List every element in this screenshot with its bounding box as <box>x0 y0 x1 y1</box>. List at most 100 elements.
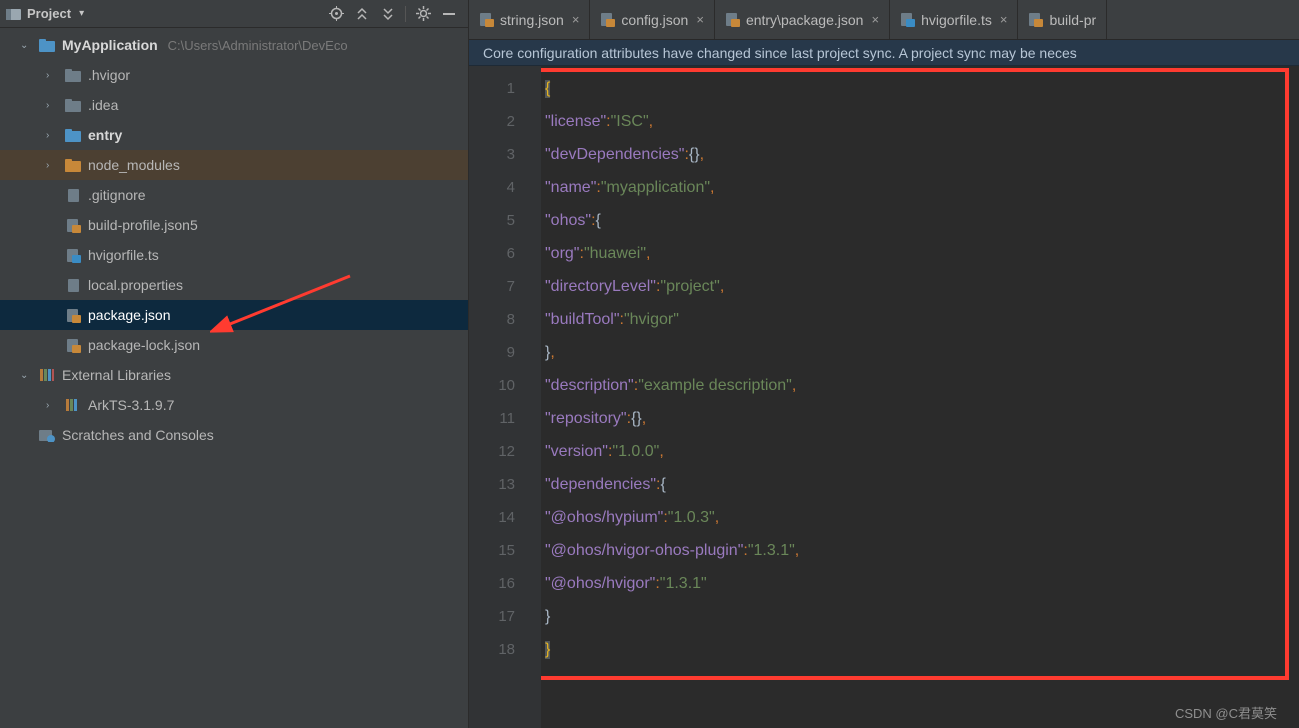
editor-tabs: string.json×config.json×entry\package.js… <box>469 0 1299 40</box>
code-line[interactable]: "repository":{}, <box>545 402 1299 435</box>
sync-banner[interactable]: Core configuration attributes have chang… <box>469 40 1299 66</box>
tree-root[interactable]: ⌄ MyApplication C:\Users\Administrator\D… <box>0 30 468 60</box>
tree-item-label: build-profile.json5 <box>88 217 198 233</box>
line-number: 2 <box>469 105 515 138</box>
json-file-icon <box>725 12 740 27</box>
code-line[interactable]: "ohos":{ <box>545 204 1299 237</box>
tree-item-label: package-lock.json <box>88 337 200 353</box>
line-number: 8 <box>469 303 515 336</box>
line-number: 7 <box>469 270 515 303</box>
tree-item-label: .idea <box>88 97 118 113</box>
chevron-down-icon[interactable]: ⌄ <box>20 370 34 381</box>
tree-item-hvigorfile-ts[interactable]: hvigorfile.ts <box>0 240 468 270</box>
project-tree: ⌄ MyApplication C:\Users\Administrator\D… <box>0 28 468 728</box>
code-line[interactable]: "dependencies":{ <box>545 468 1299 501</box>
scratches-icon <box>38 428 56 442</box>
code-line[interactable]: "license":"ISC", <box>545 105 1299 138</box>
tab-label: hvigorfile.ts <box>921 12 992 28</box>
libraries-icon <box>64 398 82 412</box>
tree-item-label: .hvigor <box>88 67 130 83</box>
code-line[interactable]: "description":"example description", <box>545 369 1299 402</box>
hide-panel-icon[interactable] <box>438 3 460 25</box>
tree-item-package-json[interactable]: package.json <box>0 300 468 330</box>
locate-icon[interactable] <box>325 3 347 25</box>
sync-banner-text: Core configuration attributes have chang… <box>483 45 1077 61</box>
code-line[interactable]: }, <box>545 336 1299 369</box>
tree-item-package-lock-json[interactable]: package-lock.json <box>0 330 468 360</box>
close-tab-icon[interactable]: × <box>871 12 879 27</box>
collapse-all-icon[interactable] <box>377 3 399 25</box>
line-number: 12 <box>469 435 515 468</box>
code-line[interactable]: "buildTool":"hvigor" <box>545 303 1299 336</box>
json-file-icon <box>1028 12 1043 27</box>
tree-item--gitignore[interactable]: .gitignore <box>0 180 468 210</box>
tree-item-arkts[interactable]: › ArkTS-3.1.9.7 <box>0 390 468 420</box>
folder-icon <box>64 99 82 112</box>
tree-item-build-profile-json5[interactable]: build-profile.json5 <box>0 210 468 240</box>
code-line[interactable]: "devDependencies":{}, <box>545 138 1299 171</box>
code-line[interactable]: "name":"myapplication", <box>545 171 1299 204</box>
chevron-right-icon[interactable]: › <box>46 400 60 411</box>
tab-label: string.json <box>500 12 564 28</box>
code-editor[interactable]: 123456789101112131415161718 💡 { "license… <box>469 66 1299 728</box>
code-line[interactable]: { <box>545 72 1299 105</box>
line-number: 11 <box>469 402 515 435</box>
chevron-right-icon[interactable]: › <box>46 100 60 111</box>
expand-all-icon[interactable] <box>351 3 373 25</box>
scratches-label: Scratches and Consoles <box>62 427 214 443</box>
gutter: 123456789101112131415161718 <box>469 66 525 728</box>
tree-item-label: entry <box>88 127 122 143</box>
line-number: 17 <box>469 600 515 633</box>
tree-item--hvigor[interactable]: › .hvigor <box>0 60 468 90</box>
editor-tab-hvigorfile-ts[interactable]: hvigorfile.ts × <box>890 0 1018 39</box>
code-line[interactable]: "@ohos/hypium":"1.0.3", <box>545 501 1299 534</box>
line-number: 14 <box>469 501 515 534</box>
close-tab-icon[interactable]: × <box>1000 12 1008 27</box>
chevron-right-icon[interactable]: › <box>46 70 60 81</box>
tree-item-label: package.json <box>88 307 171 323</box>
line-number: 16 <box>469 567 515 600</box>
chevron-right-icon[interactable]: › <box>46 160 60 171</box>
close-tab-icon[interactable]: × <box>696 12 704 27</box>
code-line[interactable]: "directoryLevel":"project", <box>545 270 1299 303</box>
project-panel: Project ▾ ⌄ MyApplication C:\Users\Admin… <box>0 0 469 728</box>
file-icon <box>64 308 82 323</box>
external-libraries[interactable]: ⌄ External Libraries <box>0 360 468 390</box>
tree-item-node-modules[interactable]: ›node_modules <box>0 150 468 180</box>
watermark: CSDN @C君莫笑 <box>1175 703 1277 722</box>
project-root-path: C:\Users\Administrator\DevEco <box>168 38 348 53</box>
chevron-right-icon[interactable]: › <box>46 130 60 141</box>
tree-item-entry[interactable]: › entry <box>0 120 468 150</box>
file-icon <box>64 218 82 233</box>
line-number: 18 <box>469 633 515 666</box>
fold-strip[interactable] <box>525 66 541 728</box>
code-content[interactable]: 💡 { "license":"ISC", "devDependencies":{… <box>541 66 1299 728</box>
code-line[interactable]: "@ohos/hvigor-ohos-plugin":"1.3.1", <box>545 534 1299 567</box>
json-file-icon <box>600 12 615 27</box>
line-number: 1 <box>469 72 515 105</box>
line-number: 9 <box>469 336 515 369</box>
line-number: 5 <box>469 204 515 237</box>
editor-tab-entry-package-json[interactable]: entry\package.json× <box>715 0 890 39</box>
chevron-down-icon[interactable]: ▾ <box>79 8 84 19</box>
line-number: 4 <box>469 171 515 204</box>
file-icon <box>64 248 82 263</box>
chevron-down-icon[interactable]: ⌄ <box>20 40 34 51</box>
line-number: 13 <box>469 468 515 501</box>
editor-tab-config-json[interactable]: config.json× <box>590 0 715 39</box>
json-file-icon <box>479 12 494 27</box>
tree-item-local-properties[interactable]: local.properties <box>0 270 468 300</box>
code-line[interactable]: "org":"huawei", <box>545 237 1299 270</box>
close-tab-icon[interactable]: × <box>572 12 580 27</box>
project-dropdown[interactable]: Project <box>27 6 71 21</box>
tree-item--idea[interactable]: › .idea <box>0 90 468 120</box>
code-line[interactable]: } <box>545 600 1299 633</box>
settings-icon[interactable] <box>412 3 434 25</box>
code-line[interactable]: "@ohos/hvigor":"1.3.1" <box>545 567 1299 600</box>
line-number: 6 <box>469 237 515 270</box>
editor-tab-string-json[interactable]: string.json × <box>469 0 590 39</box>
scratches-and-consoles[interactable]: Scratches and Consoles <box>0 420 468 450</box>
code-line[interactable]: "version":"1.0.0", <box>545 435 1299 468</box>
editor-tab-build-pr[interactable]: build-pr <box>1018 0 1107 39</box>
code-line[interactable]: } <box>545 633 1299 666</box>
